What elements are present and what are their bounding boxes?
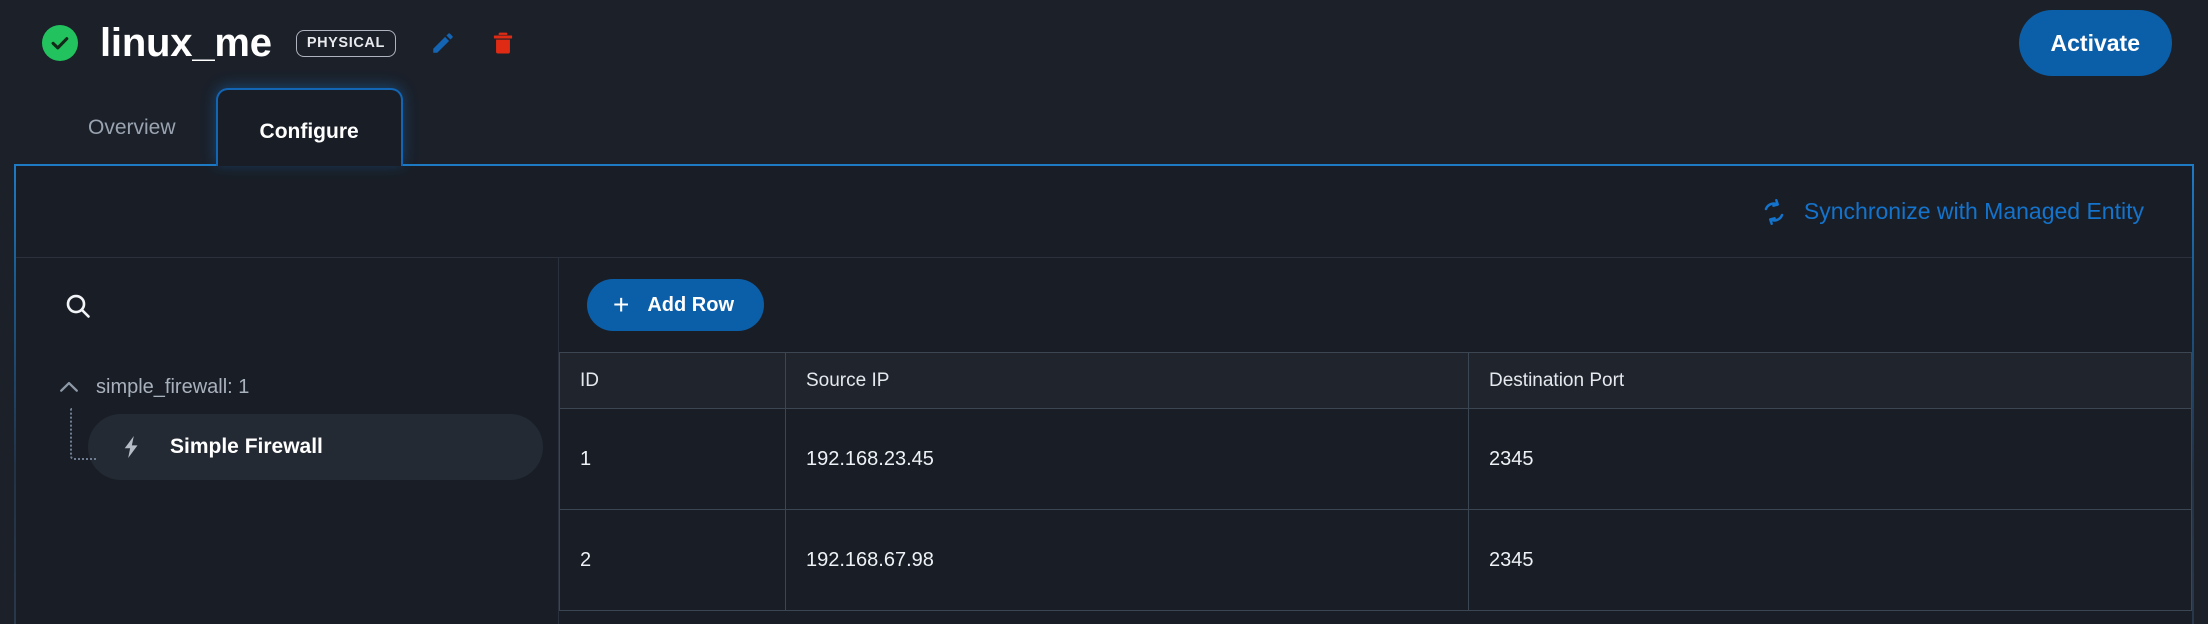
table-area: + Add Row ID Source IP Destination Port <box>559 258 2192 624</box>
column-header-source-ip[interactable]: Source IP <box>785 352 1469 409</box>
component-sidebar: simple_firewall: 1 Simple Firewall <box>16 258 559 624</box>
search-row <box>16 282 558 344</box>
synchronize-with-managed-entity-button[interactable]: Synchronize with Managed Entity <box>1760 198 2144 226</box>
sidebar-item-simple-firewall[interactable]: Simple Firewall <box>88 414 543 480</box>
search-button[interactable] <box>60 288 96 324</box>
panel-body: simple_firewall: 1 Simple Firewall + Add… <box>16 258 2192 624</box>
tab-configure[interactable]: Configure <box>215 88 403 166</box>
tab-overview[interactable]: Overview <box>48 86 216 164</box>
cell-source-ip[interactable]: 192.168.23.45 <box>785 408 1469 510</box>
sync-label: Synchronize with Managed Entity <box>1803 198 2144 224</box>
cell-source-ip[interactable]: 192.168.67.98 <box>785 509 1469 611</box>
delete-button[interactable] <box>486 26 520 60</box>
column-header-id[interactable]: ID <box>559 352 786 409</box>
plus-icon: + <box>613 289 630 320</box>
check-circle-icon <box>42 25 78 61</box>
table-row[interactable]: 2 192.168.67.98 2345 <box>559 509 2192 611</box>
cell-id[interactable]: 1 <box>559 408 786 510</box>
add-row-label: Add Row <box>647 293 735 316</box>
chevron-up-icon <box>56 374 82 400</box>
sidebar-item-label: Simple Firewall <box>170 435 323 458</box>
refresh-sync-icon <box>1760 198 1788 226</box>
table-header-row: ID Source IP Destination Port <box>559 352 2192 409</box>
status-badge: PHYSICAL <box>295 29 396 57</box>
firewall-rules-table: ID Source IP Destination Port 1 192.168.… <box>559 352 2192 611</box>
edit-button[interactable] <box>426 26 460 60</box>
lightning-bolt-icon <box>118 434 144 460</box>
page-header: linux_me PHYSICAL Activate <box>0 0 2208 86</box>
page-title: linux_me <box>100 20 272 65</box>
title-group: linux_me PHYSICAL <box>42 21 520 66</box>
search-icon <box>63 291 93 321</box>
table-row[interactable]: 1 192.168.23.45 2345 <box>559 408 2192 510</box>
group-row-simple-firewall[interactable]: simple_firewall: 1 <box>16 344 558 400</box>
tab-bar: Overview Configure <box>0 86 2208 166</box>
table-toolbar: + Add Row <box>559 258 2192 352</box>
cell-destination-port[interactable]: 2345 <box>1468 408 2192 510</box>
cell-id[interactable]: 2 <box>559 509 786 611</box>
group-label: simple_firewall: 1 <box>96 375 250 398</box>
add-row-button[interactable]: + Add Row <box>587 279 765 331</box>
column-header-destination-port[interactable]: Destination Port <box>1468 352 2192 409</box>
activate-button[interactable]: Activate <box>2018 10 2172 76</box>
tree-connector-line <box>70 408 96 460</box>
configure-panel: Synchronize with Managed Entity simple_f… <box>14 164 2194 624</box>
tree-item-wrap: Simple Firewall <box>60 408 558 480</box>
trash-icon <box>490 30 516 56</box>
cell-destination-port[interactable]: 2345 <box>1468 509 2192 611</box>
pencil-icon <box>430 30 456 56</box>
panel-toolbar: Synchronize with Managed Entity <box>16 166 2192 258</box>
